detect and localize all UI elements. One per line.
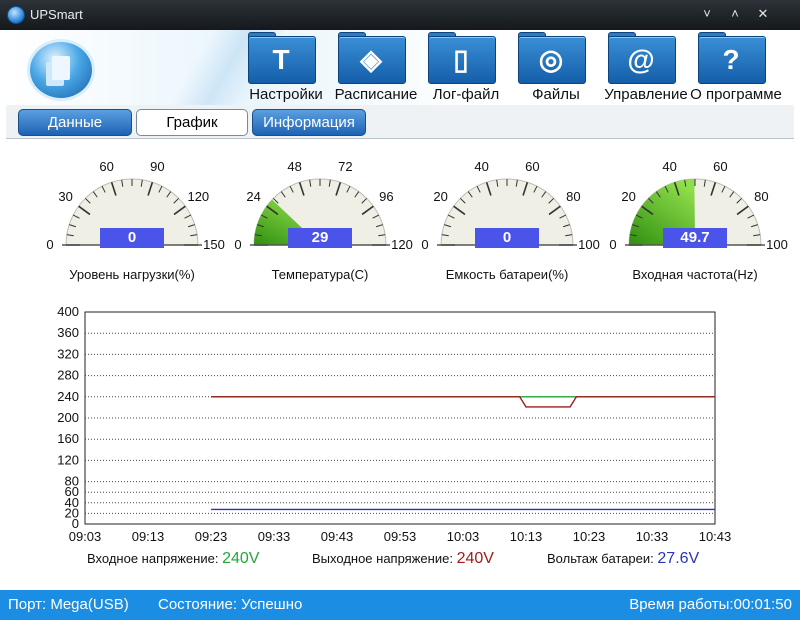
gauge-tick-label: 0 <box>421 237 429 252</box>
gauge-tick-label: 80 <box>754 188 769 204</box>
gauge-tick-label: 48 <box>287 159 302 174</box>
toolbar-button-settings[interactable]: T Настройки <box>244 32 330 104</box>
toolbar-button-control[interactable]: @ Управление <box>604 32 690 104</box>
gauge-tick-label: 0 <box>46 237 54 252</box>
x-tick-label: 09:33 <box>258 529 291 544</box>
x-tick-label: 10:13 <box>510 529 543 544</box>
legend-label: Входное напряжение: <box>87 551 219 566</box>
y-tick-label: 120 <box>57 452 79 467</box>
gauge-tick-label: 96 <box>379 188 394 204</box>
x-tick-label: 10:43 <box>699 529 732 544</box>
gauge-label: Температура(C) <box>271 267 369 282</box>
title-bar: UPSmart ˅ ˄ ✕ <box>0 0 800 30</box>
x-tick-label: 09:23 <box>195 529 228 544</box>
y-tick-label: 320 <box>57 346 79 361</box>
gauge-tick-label: 0 <box>609 237 617 252</box>
legend-label: Выходное напряжение: <box>312 551 453 566</box>
x-tick-label: 10:03 <box>447 529 480 544</box>
connection-state: Состояние: Успешно <box>158 596 303 613</box>
gauge-tick-label: 30 <box>58 188 73 204</box>
log-file-icon: ▯ <box>453 44 469 75</box>
toolbar-button-about[interactable]: ? О программе <box>690 32 782 104</box>
gauge-value: 29 <box>288 228 352 248</box>
gauge: 0 20 40 60 80 100 0 Емкость батареи(%) <box>417 140 599 290</box>
gauge-tick-label: 80 <box>566 188 581 204</box>
app-window: UPSmart ˅ ˄ ✕ T Настройки ◈ Расписание ▯… <box>0 0 800 620</box>
tab-data[interactable]: Данные <box>18 109 132 136</box>
schedule-icon: ◈ <box>360 44 382 75</box>
y-tick-label: 160 <box>57 431 79 446</box>
status-bar: Порт: Mega(USB) Состояние: Успешно Время… <box>0 590 800 620</box>
app-logo-icon <box>7 6 25 24</box>
maximize-button[interactable]: ˄ <box>723 4 747 24</box>
gauge-tick-label: 150 <box>203 237 225 252</box>
x-tick-label: 09:03 <box>69 529 102 544</box>
tab-strip: Данные График Информация <box>6 105 794 139</box>
gauge-label: Уровень нагрузки(%) <box>69 267 195 282</box>
y-tick-label: 240 <box>57 389 79 404</box>
x-tick-label: 10:33 <box>636 529 669 544</box>
x-tick-label: 10:23 <box>573 529 606 544</box>
y-tick-label: 80 <box>65 474 79 489</box>
close-button[interactable]: ✕ <box>751 4 775 24</box>
gauge-tick-label: 60 <box>713 159 728 174</box>
gauge-tick-label: 20 <box>433 188 448 204</box>
help-icon: ? <box>722 44 740 75</box>
minimize-button[interactable]: ˅ <box>695 4 719 24</box>
y-tick-label: 400 <box>57 305 79 319</box>
gauge-tick-label: 60 <box>525 159 540 174</box>
tab-info[interactable]: Информация <box>252 109 366 136</box>
battery-voltage-value: 27.6V <box>657 550 700 567</box>
gauge-tick-label: 120 <box>391 237 413 252</box>
output-voltage-value: 240V <box>456 550 494 567</box>
gauge-tick-label: 100 <box>766 237 788 252</box>
gauge-value: 0 <box>475 228 539 248</box>
toolbar-button-log[interactable]: ▯ Лог-файл <box>424 32 510 104</box>
gauge-tick-label: 120 <box>187 188 210 204</box>
graph-panel: 0 30 60 90 120 150 0 Уровень нагрузки(%) 0 24 48 72… <box>12 140 788 585</box>
at-icon: @ <box>627 44 655 75</box>
gauge-label: Входная частота(Hz) <box>632 267 758 282</box>
gauge-tick-label: 72 <box>338 159 353 174</box>
y-tick-label: 360 <box>57 325 79 340</box>
ups-logo-icon <box>30 42 92 98</box>
tab-graph[interactable]: График <box>136 109 248 136</box>
legend-label: Вольтаж батареи: <box>547 551 654 566</box>
gauge: 0 24 48 72 96 120 29 Температура(C) <box>230 140 412 290</box>
gauge-tick-label: 40 <box>474 159 489 174</box>
gauge-tick-label: 90 <box>150 159 165 174</box>
voltage-chart: 02040608012016020024028032036040009:03 09… <box>57 305 732 544</box>
toolbar-button-files[interactable]: ◎ Файлы <box>514 32 600 104</box>
legend-battery-voltage: Вольтаж батареи: 27.6V <box>547 550 699 568</box>
gauge-tick-label: 0 <box>234 237 242 252</box>
gauge-tick-label: 100 <box>578 237 600 252</box>
gauge-value: 0 <box>100 228 164 248</box>
input-voltage-value: 240V <box>222 550 260 567</box>
window-title: UPSmart <box>30 7 83 22</box>
port-status: Порт: Mega(USB) <box>8 596 129 613</box>
uptime: Время работы:00:01:50 <box>629 596 792 613</box>
toolbar-button-schedule[interactable]: ◈ Расписание <box>334 32 420 104</box>
gauge: 0 30 60 90 120 150 0 Уровень нагрузки(%) <box>42 140 224 290</box>
y-tick-label: 280 <box>57 368 79 383</box>
gauge-tick-label: 24 <box>246 188 261 204</box>
legend-input-voltage: Входное напряжение: 240V <box>87 550 259 568</box>
gauge-tick-label: 40 <box>662 159 677 174</box>
y-tick-label: 200 <box>57 410 79 425</box>
disc-icon: ◎ <box>538 44 564 75</box>
x-tick-label: 09:53 <box>384 529 417 544</box>
gauge-label: Емкость батареи(%) <box>445 267 569 282</box>
x-tick-label: 09:43 <box>321 529 354 544</box>
toolbar-label: О программе <box>690 86 782 103</box>
x-tick-label: 09:13 <box>132 529 165 544</box>
gauge: 0 20 40 60 80 100 49.7 Входная частота(Hz) <box>605 140 787 290</box>
gauge-tick-label: 60 <box>99 159 114 174</box>
toolbar-header: T Настройки ◈ Расписание ▯ Лог-файл ◎ Фа… <box>6 30 794 105</box>
gauge-value: 49.7 <box>663 228 727 248</box>
gauge-tick-label: 20 <box>621 188 636 204</box>
hammer-icon: T <box>272 44 290 75</box>
legend-output-voltage: Выходное напряжение: 240V <box>312 550 494 568</box>
